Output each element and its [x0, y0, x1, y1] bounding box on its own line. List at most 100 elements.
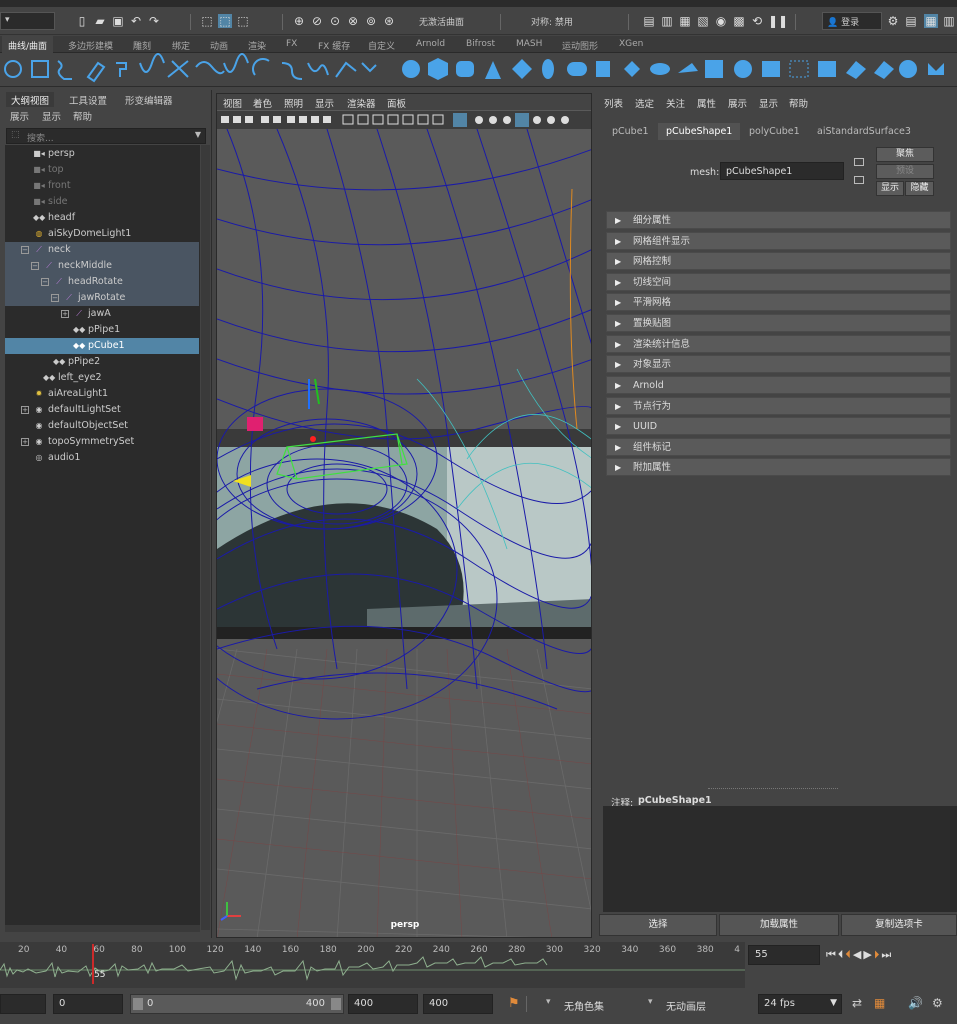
shelf-tab[interactable]: 曲线/曲面	[2, 36, 54, 53]
list-item[interactable]: ■◂ persp	[5, 146, 199, 162]
tab-pcube1[interactable]: pCube1	[604, 123, 657, 140]
shelf-tab[interactable]: 运动图形	[556, 36, 604, 53]
outliner-menu-help[interactable]: 帮助	[73, 109, 92, 123]
character-set-dropdown[interactable]: 无角色集	[558, 994, 638, 1014]
time-slider[interactable]: 20 40 60 80 100 120 140 160 180 200 220 240 260 280 30…	[0, 942, 745, 988]
pause-ipr-icon[interactable]: ❚❚	[768, 14, 788, 28]
list-item[interactable]: + ◉ defaultLightSet	[5, 402, 199, 418]
expand-icon[interactable]: +	[21, 406, 29, 414]
section-tangent-space[interactable]: ▶ 切线空间	[606, 273, 951, 291]
tab-outliner[interactable]: 大纲视图	[6, 92, 55, 107]
chevron-down-icon[interactable]: ▼	[195, 130, 201, 139]
section-mesh-component-display[interactable]: ▶ 网格组件显示	[606, 232, 951, 250]
hide-button[interactable]: 隐藏	[905, 181, 934, 196]
attribute-editor-icon[interactable]: ▤	[904, 14, 918, 28]
tab-aistandardsurface3[interactable]: aiStandardSurface3	[809, 123, 919, 140]
sound-icon[interactable]: 🔊	[908, 996, 923, 1010]
shelf-tab[interactable]: FX 缓存	[312, 36, 356, 53]
go-to-start-icon[interactable]: ⏮	[826, 948, 838, 961]
viewport-persp[interactable]: 视图 着色 照明 显示 渲染器 面板 persp	[216, 93, 592, 938]
step-back-frame-icon[interactable]: ⏴	[845, 948, 853, 961]
tab-tool-settings[interactable]: 工具设置	[64, 92, 112, 107]
ae-menu-attributes[interactable]: 属性	[697, 96, 716, 110]
new-scene-icon[interactable]: ▯	[75, 14, 89, 28]
list-item[interactable]: ◆◆ pCube1	[5, 338, 199, 354]
viewport-menu-renderer[interactable]: 渲染器	[347, 96, 376, 110]
outliner-search-input[interactable]: ⬚ 搜索... ▼	[6, 128, 206, 144]
shelf-tab[interactable]: 雕刻	[127, 36, 157, 53]
arnold-ipr-icon[interactable]: ⟲	[750, 14, 764, 28]
collapse-icon[interactable]: −	[31, 262, 39, 270]
splitter[interactable]	[708, 788, 838, 789]
shelf-tab[interactable]: FX	[280, 36, 303, 53]
shelf-tab[interactable]: 多边形建模	[62, 36, 119, 53]
range-slider-start-handle[interactable]	[133, 998, 143, 1010]
hypershade-icon[interactable]: ◉	[714, 14, 728, 28]
playback-controls[interactable]: ⏮⏴⏴◀▶⏵⏭	[826, 948, 956, 964]
input-connection-icon[interactable]	[854, 158, 864, 166]
load-attributes-button[interactable]: 加载属性	[719, 914, 839, 936]
viewport-scene[interactable]	[217, 129, 592, 938]
section-node-behavior[interactable]: ▶ 节点行为	[606, 397, 951, 415]
playback-end-field[interactable]: 400	[348, 994, 418, 1014]
focus-button[interactable]: 聚焦	[876, 147, 934, 162]
expand-icon[interactable]: +	[61, 310, 69, 318]
list-item[interactable]: ◆◆ pPipe1	[5, 322, 199, 338]
list-item[interactable]: − ⟋ jawRotate	[5, 290, 199, 306]
list-item[interactable]: − ⟋ neck	[5, 242, 199, 258]
menu-set-dropdown[interactable]: ▾	[0, 12, 55, 30]
section-subdivision[interactable]: ▶ 细分属性	[606, 211, 951, 229]
section-object-display[interactable]: ▶ 对象显示	[606, 355, 951, 373]
loop-icon[interactable]: ⇄	[852, 996, 862, 1010]
snap-point-icon[interactable]: ⊙	[328, 14, 342, 28]
shelf-tab[interactable]: Arnold	[410, 36, 451, 53]
shelf-tab[interactable]: 渲染	[242, 36, 272, 53]
playback-start-field[interactable]: 0	[53, 994, 123, 1014]
section-render-stats[interactable]: ▶ 渲染统计信息	[606, 335, 951, 353]
mesh-name-field[interactable]: pCubeShape1	[720, 162, 844, 180]
shelf-tab[interactable]: XGen	[613, 36, 649, 53]
expand-icon[interactable]: +	[21, 438, 29, 446]
outliner-menu-display[interactable]: 显示	[42, 109, 61, 123]
list-item[interactable]: ■◂ top	[5, 162, 199, 178]
shelf-tab[interactable]: MASH	[510, 36, 548, 53]
list-item[interactable]: ◆◆ left_eye2	[5, 370, 199, 386]
login-button[interactable]: 👤 登录	[822, 12, 882, 30]
section-mesh-controls[interactable]: ▶ 网格控制	[606, 252, 951, 270]
viewport-toolbar-icons[interactable]	[217, 111, 592, 129]
snap-projected-icon[interactable]: ⊗	[346, 14, 360, 28]
chevron-down-icon[interactable]: ▾	[546, 997, 551, 1007]
start-time-field[interactable]	[0, 994, 46, 1014]
collapse-icon[interactable]: −	[51, 294, 59, 302]
list-item[interactable]: ◆◆ headf	[5, 210, 199, 226]
ae-menu-help[interactable]: 帮助	[789, 96, 808, 110]
select-object-icon[interactable]: ⬚	[218, 14, 232, 28]
ae-menu-show[interactable]: 展示	[728, 96, 747, 110]
ae-menu-selected[interactable]: 选定	[635, 96, 654, 110]
tab-polycube1[interactable]: polyCube1	[741, 123, 808, 140]
collapse-icon[interactable]: −	[21, 246, 29, 254]
show-button[interactable]: 显示	[876, 181, 904, 196]
shelf-tab[interactable]: 绑定	[166, 36, 196, 53]
end-time-field[interactable]: 400	[423, 994, 493, 1014]
animation-layer-dropdown[interactable]: 无动画层	[660, 994, 740, 1014]
open-scene-icon[interactable]: ▰	[93, 14, 107, 28]
save-scene-icon[interactable]: ▣	[111, 14, 125, 28]
character-key-icon[interactable]: ⚑	[508, 996, 520, 1011]
tool-settings-icon[interactable]: ▥	[942, 14, 956, 28]
render-current-icon[interactable]: ▥	[660, 14, 674, 28]
output-connection-icon[interactable]	[854, 176, 864, 184]
list-item[interactable]: − ⟋ headRotate	[5, 274, 199, 290]
range-slider[interactable]: 0 400	[130, 994, 344, 1014]
current-frame-field[interactable]: 55	[748, 945, 820, 965]
ae-menu-list[interactable]: 列表	[604, 96, 623, 110]
tab-shape-editor[interactable]: 形变编辑器	[120, 92, 178, 107]
channel-box-icon[interactable]: ▦	[924, 14, 938, 28]
snap-grid-icon[interactable]: ⊕	[292, 14, 306, 28]
presets-button[interactable]: 预设	[876, 164, 934, 179]
shelf-tab[interactable]: 动画	[204, 36, 234, 53]
list-item[interactable]: ◉ defaultObjectSet	[5, 418, 199, 434]
select-hierarchy-icon[interactable]: ⬚	[200, 14, 214, 28]
render-settings-icon[interactable]: ▧	[696, 14, 710, 28]
ipr-render-icon[interactable]: ▦	[678, 14, 692, 28]
